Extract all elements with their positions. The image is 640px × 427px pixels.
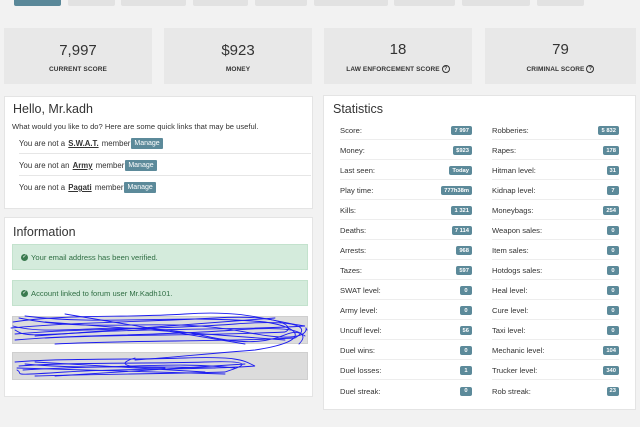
stat-row: Moneybags: 254 [492,202,619,220]
current-score-card: 7,997 CURRENT SCORE [4,28,152,84]
information-panel: Information ✓ Your email address has bee… [4,217,313,397]
money-label: MONEY [225,65,251,73]
tab-5[interactable] [255,0,307,6]
manage-pagati-button[interactable]: Manage [124,182,156,193]
tab-7[interactable] [394,0,455,6]
stat-badge: 7 997 [451,126,472,135]
stat-badge: 178 [603,146,619,155]
stat-row: Cure level: 0 [492,302,619,320]
stat-row: SWAT level: 0 [340,282,472,300]
stat-row: Robberies: 5 832 [492,122,619,140]
stat-row: Taxi level: 0 [492,322,619,340]
stat-badge: 1 [460,366,472,375]
stat-badge: Today [449,166,472,175]
current-score-label: CURRENT SCORE [49,65,107,73]
top-tab-bar [0,0,640,6]
criminal-score-card: 79 CRIMINAL SCORE? [485,28,636,84]
tab-6[interactable] [314,0,388,6]
stat-row: Mechanic level: 104 [492,342,619,360]
stat-badge: 968 [456,246,472,255]
stat-row: Army level: 0 [340,302,472,320]
stat-row: Play time: 777h38m [340,182,472,200]
stat-row: Kidnap level: 7 [492,182,619,200]
hello-intro: What would you like to do? Here are some… [12,122,259,131]
pagati-link[interactable]: Pagati [68,183,91,192]
redaction-scribble [10,312,308,377]
score-cards: 7,997 CURRENT SCORE $923 MONEY 18 LAW EN… [4,28,636,84]
stat-badge: 0 [607,266,619,275]
law-enforcement-score-label: LAW ENFORCEMENT SCORE [346,65,440,73]
stat-badge: 0 [607,246,619,255]
swat-link[interactable]: S.W.A.T. [68,139,98,148]
stat-badge: 0 [607,326,619,335]
stat-badge: 1 321 [451,206,472,215]
stat-row: Rapes: 178 [492,142,619,160]
stat-badge: 0 [460,386,472,396]
law-enforcement-score-card: 18 LAW ENFORCEMENT SCORE? [324,28,472,84]
criminal-score-label: CRIMINAL SCORE [526,65,585,73]
stat-row: Rob streak: 23 [492,382,619,400]
manage-swat-button[interactable]: Manage [131,138,163,149]
stat-row: Kills: 1 321 [340,202,472,220]
help-icon[interactable]: ? [441,65,450,73]
stat-row: Score: 7 997 [340,122,472,140]
stat-badge: 254 [603,206,619,215]
stat-badge: 0 [607,286,619,295]
stat-badge: 0 [460,346,472,355]
stat-row: Duel losses: 1 [340,362,472,380]
stat-row: Uncuff level: 56 [340,322,472,340]
stat-badge: 0 [607,226,619,235]
stat-badge: 597 [456,266,472,275]
stat-badge: 0 [460,286,472,295]
stat-badge: 0 [607,306,619,315]
stat-badge: 777h38m [441,186,472,195]
stat-row: Duel streak: 0 [340,382,472,400]
stat-badge: 0 [460,306,472,315]
money-card: $923 MONEY [164,28,312,84]
tab-9[interactable] [537,0,584,6]
stat-row: Tazes: 597 [340,262,472,280]
stat-badge: 340 [603,366,619,375]
membership-pagati: You are not a Pagati member Manage [19,178,311,197]
current-score-value: 7,997 [59,41,97,59]
membership-army: You are not an Army member Manage [19,156,311,176]
stat-row: Duel wins: 0 [340,342,472,360]
help-icon[interactable]: ? [586,65,595,73]
stat-row: Heal level: 0 [492,282,619,300]
stat-row: Arrests: 968 [340,242,472,260]
statistics-title: Statistics [333,102,384,116]
stat-badge: 23 [606,386,619,396]
tab-2[interactable] [68,0,115,6]
stat-badge: 104 [603,346,619,355]
stat-row: Hotdogs sales: 0 [492,262,619,280]
stat-badge: 31 [606,166,619,175]
stat-badge: 5 832 [598,126,619,135]
hello-title: Hello, Mr.kadh [13,102,93,116]
membership-swat: You are not a S.W.A.T. member Manage [19,134,311,154]
money-value: $923 [221,41,255,59]
stat-row: Money: $923 [340,142,472,160]
stat-row: Last seen: Today [340,162,472,180]
stat-row: Trucker level: 340 [492,362,619,380]
tab-3[interactable] [121,0,186,6]
stat-row: Item sales: 0 [492,242,619,260]
hello-panel: Hello, Mr.kadh What would you like to do… [4,96,313,209]
law-enforcement-score-value: 18 [389,41,407,58]
tab-4[interactable] [193,0,248,6]
stat-badge: 7 [607,186,619,195]
criminal-score-value: 79 [552,41,569,58]
stat-row: Weapon sales: 0 [492,222,619,240]
manage-army-button[interactable]: Manage [125,160,157,171]
stat-row: Hitman level: 31 [492,162,619,180]
statistics-panel: Statistics Score: 7 997 Money: $923 Last s… [323,95,636,410]
army-link[interactable]: Army [73,161,93,170]
stat-badge: 7 114 [451,226,472,235]
tab-1[interactable] [14,0,61,6]
stat-badge: 56 [459,326,472,335]
stat-badge: $923 [453,146,472,155]
stat-row: Deaths: 7 114 [340,222,472,240]
tab-8[interactable] [462,0,530,6]
